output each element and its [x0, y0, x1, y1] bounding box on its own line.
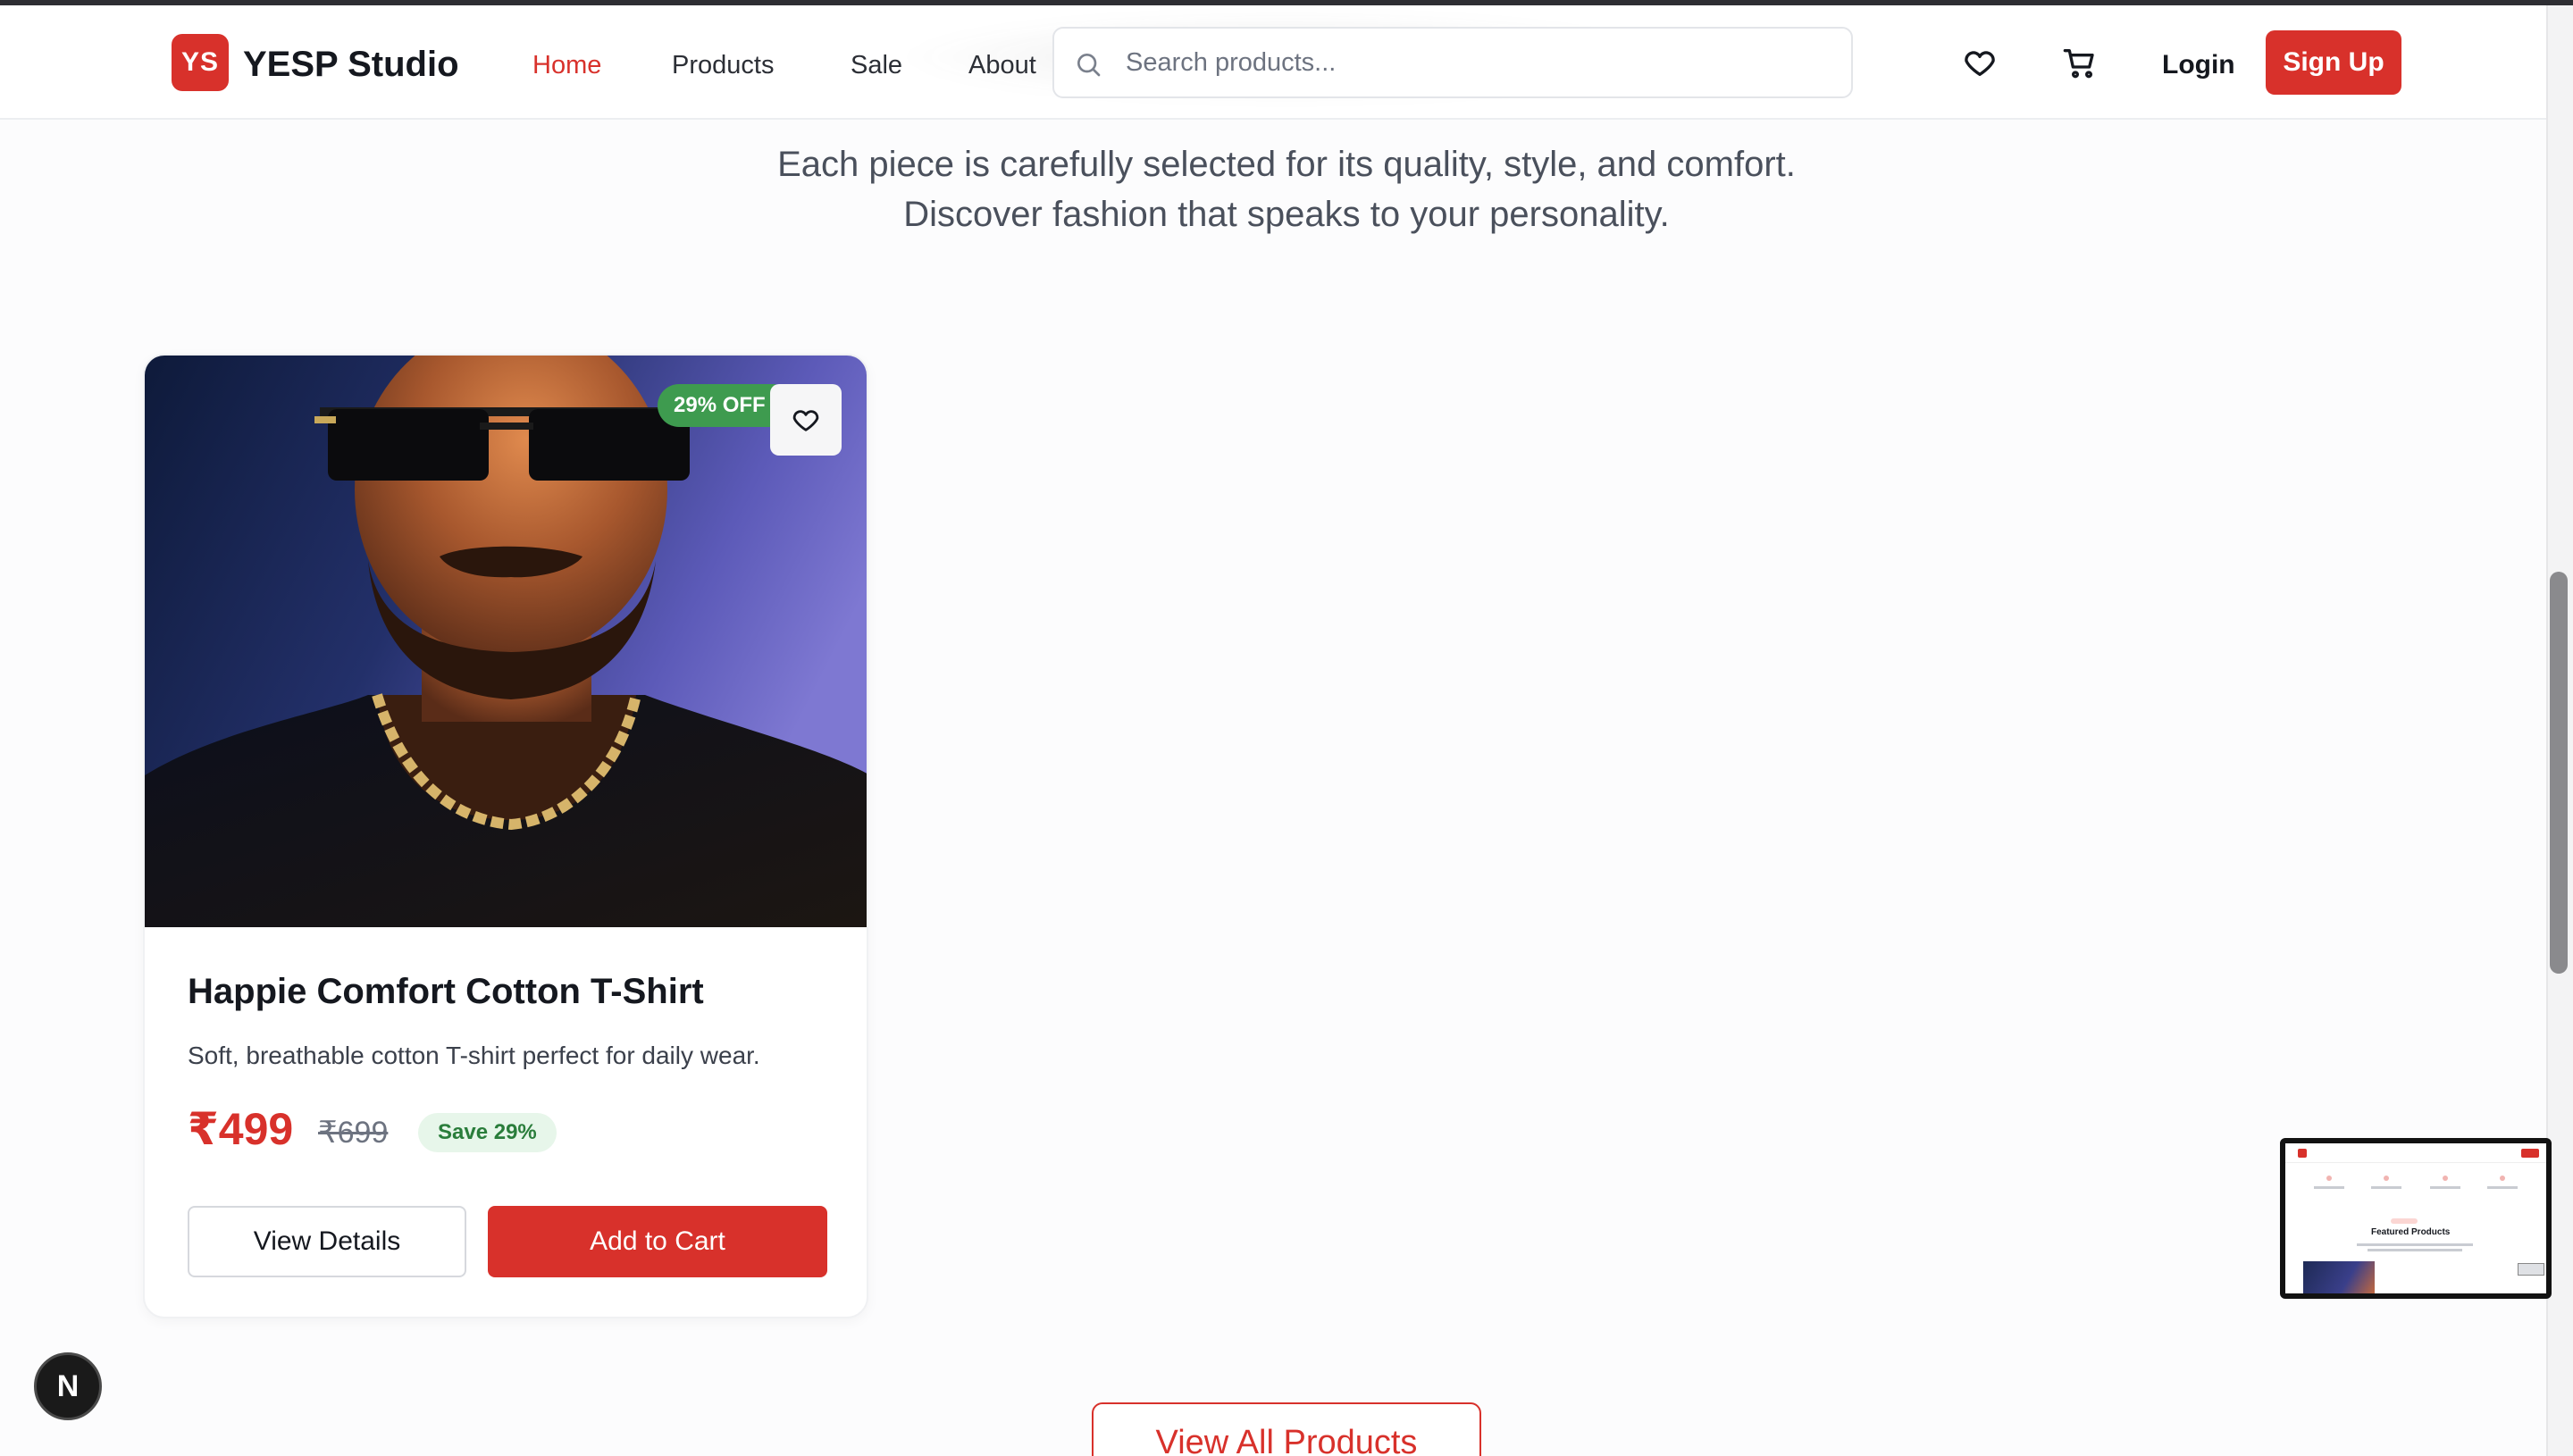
hero-subtitle-line-2: Discover fashion that speaks to your per…	[903, 195, 1670, 234]
thumbnail-logo	[2298, 1149, 2307, 1158]
login-link[interactable]: Login	[2162, 50, 2235, 80]
brand-name[interactable]: YESP Studio	[243, 45, 459, 84]
thumbnail-header	[2285, 1143, 2546, 1163]
thumbnail-text-line	[2314, 1186, 2344, 1189]
thumbnail-title: Featured Products	[2371, 1227, 2451, 1237]
thumbnail-pill	[2391, 1218, 2418, 1224]
view-details-button[interactable]: View Details	[188, 1206, 466, 1277]
scrollbar-thumb[interactable]	[2550, 572, 2568, 974]
thumbnail-feature-icon	[2384, 1176, 2389, 1181]
page-preview-thumbnail[interactable]: Featured Products	[2280, 1138, 2552, 1299]
thumbnail-chip	[2518, 1263, 2544, 1276]
product-card[interactable]: 29% OFF Happie Comfort Cotton T-Shirt So…	[143, 354, 868, 1318]
product-original-price: ₹699	[318, 1116, 389, 1150]
product-name[interactable]: Happie Comfort Cotton T-Shirt	[188, 972, 704, 1012]
thumbnail-text-line	[2430, 1186, 2460, 1189]
heart-icon[interactable]	[1962, 45, 1998, 80]
nav-sale-link[interactable]: Sale	[851, 50, 902, 80]
add-to-cart-button[interactable]: Add to Cart	[488, 1206, 827, 1277]
thumbnail-feature-icon	[2500, 1176, 2505, 1181]
heart-icon	[792, 410, 819, 431]
cart-icon[interactable]	[2062, 45, 2098, 80]
search-box[interactable]	[1052, 27, 1853, 98]
thumbnail-feature-icon	[2326, 1176, 2332, 1181]
signup-button[interactable]: Sign Up	[2266, 30, 2401, 95]
nav-about-link[interactable]: About	[968, 50, 1036, 80]
thumbnail-signup	[2521, 1149, 2539, 1158]
product-description: Soft, breathable cotton T-shirt perfect …	[188, 1042, 760, 1069]
site-header: YS YESP Studio Home Products Sale About …	[0, 5, 2546, 120]
thumbnail-product-image	[2303, 1261, 2375, 1293]
dev-tools-badge[interactable]: N	[34, 1352, 102, 1420]
search-icon	[1077, 54, 1101, 77]
view-all-products-button[interactable]: View All Products	[1092, 1402, 1481, 1456]
product-image[interactable]	[145, 356, 868, 927]
thumbnail-feature-icon	[2443, 1176, 2448, 1181]
search-input[interactable]	[1126, 45, 1823, 80]
thumbnail-text-line	[2357, 1243, 2473, 1246]
thumbnail-text-line	[2487, 1186, 2518, 1189]
thumbnail-text-line	[2371, 1186, 2401, 1189]
nav-products-link[interactable]: Products	[672, 50, 774, 80]
product-price: ₹499	[188, 1104, 294, 1154]
thumbnail-text-line	[2368, 1249, 2462, 1251]
save-badge: Save 29%	[418, 1113, 557, 1152]
wishlist-button[interactable]	[770, 384, 842, 456]
brand-logo[interactable]: YS	[172, 34, 229, 91]
hero-subtitle-line-1: Each piece is carefully selected for its…	[777, 145, 1796, 184]
nav-home-link[interactable]: Home	[532, 50, 601, 80]
